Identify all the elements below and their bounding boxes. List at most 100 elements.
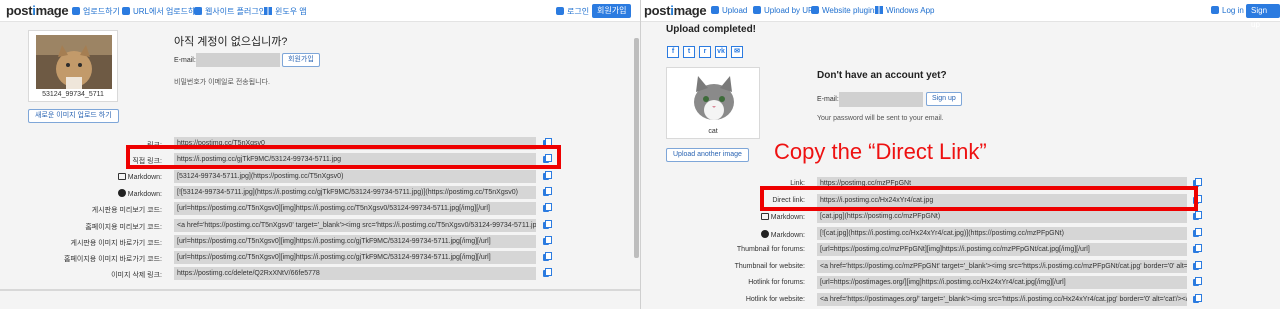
nav-plugins[interactable]: Website plugins [811, 6, 878, 15]
link-icon [122, 7, 130, 15]
link-row: Hotlink for forums: [url=https://postimag… [641, 276, 1280, 289]
right-screenshot: postimage Upload Upload by URL Website p… [641, 0, 1280, 309]
link-row-label: Markdown: [117, 172, 162, 181]
login-icon [1211, 6, 1219, 14]
copy-icon[interactable] [1193, 260, 1202, 270]
markdown-icon [117, 172, 126, 180]
uploaded-image-thumbnail[interactable] [36, 35, 112, 89]
nav-windows-app[interactable]: Windows App [875, 6, 934, 15]
nav-signup-button[interactable]: 회원가입 [592, 4, 632, 18]
nav-upload-url[interactable]: Upload by URL [753, 6, 818, 15]
nav-login[interactable]: Log in [1211, 6, 1244, 15]
link-field[interactable]: [url=https://postimg.cc/T5nXgsv0][img]ht… [174, 234, 536, 248]
direct-link-highlight [126, 145, 561, 169]
link-field[interactable]: <a href='https://postimg.cc/mzPFpGNt' ta… [817, 259, 1187, 273]
link-row: 홈페이지용 미리보기 코드: <a href='https://postimg.c… [0, 218, 640, 232]
link-row: Markdown: [![cat.jpg](https://i.postimg.c… [641, 226, 1280, 240]
email-share-icon[interactable]: ✉ [731, 46, 743, 58]
postimage-logo[interactable]: postimage [6, 3, 69, 18]
link-field[interactable]: [cat.jpg](https://postimg.cc/mzPFpGNt) [817, 210, 1187, 223]
copy-icon[interactable] [1193, 211, 1202, 220]
upload-completed-heading: Upload completed! [666, 24, 757, 35]
windows-icon [875, 6, 883, 14]
link-row: 게시판용 이미지 바로가기 코드: [url=https://postimg.cc… [0, 234, 640, 248]
link-row: Hotlink for website: <a href='https://pos… [641, 292, 1280, 306]
link-field[interactable]: [53124-99734-5711.jpg](https://postimg.c… [174, 169, 536, 183]
link-row-label: Hotlink for website: [745, 295, 805, 303]
copy-icon[interactable] [1193, 227, 1202, 237]
windows-icon [264, 7, 272, 15]
copy-icon[interactable] [543, 252, 552, 262]
github-icon [117, 188, 126, 197]
copy-icon[interactable] [543, 268, 552, 278]
nav-upload[interactable]: 업로드하기 [72, 6, 120, 17]
link-field[interactable]: [![53124-99734-5711.jpg](https://i.posti… [174, 185, 536, 199]
nav-windows-app[interactable]: 윈도우 앱 [264, 6, 307, 17]
copy-icon[interactable] [1193, 244, 1202, 253]
link-row: 게시판용 미리보기 코드: [url=https://postimg.cc/T5n… [0, 202, 640, 216]
email-label: E-mail: [174, 57, 196, 64]
signup-button[interactable]: 회원가입 [282, 53, 320, 67]
link-field[interactable]: <a href='https://postimg.cc/T5nXgsv0' ta… [174, 218, 536, 232]
upload-another-button[interactable]: Upload another image [666, 148, 749, 162]
link-field[interactable]: [url=https://postimg.cc/mzPFpGNt][img]ht… [817, 243, 1187, 256]
upload-icon [711, 6, 719, 14]
uploaded-image-thumbnail[interactable] [677, 72, 751, 124]
vk-share-icon[interactable]: vk [715, 46, 727, 58]
copy-direct-link-callout: Copy the “Direct Link” [774, 139, 987, 164]
nav-upload[interactable]: Upload [711, 6, 747, 15]
uploaded-image-card: 53124_99734_5711 [28, 30, 118, 102]
link-field[interactable]: [url=https://postimages.org/][img]https:… [817, 276, 1187, 289]
copy-icon[interactable] [543, 203, 552, 213]
link-row-label: 게시판용 이미지 바로가기 코드: [70, 239, 163, 247]
copy-icon[interactable] [543, 235, 552, 245]
nav-login[interactable]: 로그인 [556, 6, 589, 17]
nav-upload-url[interactable]: URL에서 업로드하기 [122, 6, 203, 17]
copy-icon[interactable] [1193, 293, 1202, 303]
direct-link-highlight [760, 186, 1198, 211]
link-row-label: Markdown: [760, 213, 805, 221]
nav-plugins[interactable]: 웹사이트 플러그인 [194, 6, 266, 17]
link-row-label: Thumbnail for forums: [736, 246, 805, 253]
scrollbar[interactable] [634, 38, 639, 258]
link-field[interactable]: [![cat.jpg](https://i.postimg.cc/Hx24xYr… [817, 226, 1187, 240]
copy-icon[interactable] [1193, 277, 1202, 286]
plugin-icon [194, 7, 202, 15]
twitter-share-icon[interactable]: t [683, 46, 695, 58]
link-row: Markdown: [![53124-99734-5711.jpg](https:… [0, 185, 640, 199]
login-icon [556, 7, 564, 15]
link-row-label: Markdown: [117, 188, 162, 198]
link-row-label: 게시판용 미리보기 코드: [91, 207, 162, 215]
image-caption: 53124_99734_5711 [42, 91, 104, 98]
left-screenshot: postimage 업로드하기 URL에서 업로드하기 웹사이트 플러그인 윈도… [0, 0, 640, 309]
link-field[interactable]: https://postimg.cc/delete/Q2RxXNtV/66fe5… [174, 267, 536, 281]
link-row-label: 홈페이지용 이미지 바로가기 코드: [64, 256, 162, 264]
upload-another-button[interactable]: 새로운 이미지 업로드 하기 [28, 109, 119, 123]
copy-icon[interactable] [543, 186, 552, 196]
link-row: Markdown: [53124-99734-5711.jpg](https://… [0, 169, 640, 183]
no-account-heading: 아직 계정이 없으십니까? [174, 36, 288, 48]
link-icon [753, 6, 761, 14]
postimage-logo[interactable]: postimage [644, 3, 707, 18]
password-note: Your password will be sent to your email… [817, 115, 944, 122]
plugin-icon [811, 6, 819, 14]
link-field[interactable]: <a href='https://postimages.org/' target… [817, 292, 1187, 306]
copy-icon[interactable] [543, 219, 552, 229]
top-navbar: postimage 업로드하기 URL에서 업로드하기 웹사이트 플러그인 윈도… [0, 0, 640, 22]
facebook-share-icon[interactable]: f [667, 46, 679, 58]
link-row: 홈페이지용 이미지 바로가기 코드: [url=https://postimg.c… [0, 251, 640, 265]
signup-button[interactable]: Sign up [926, 92, 962, 106]
link-field[interactable]: [url=https://postimg.cc/T5nXgsv0][img]ht… [174, 202, 536, 216]
email-input[interactable] [196, 53, 280, 67]
copy-icon[interactable] [543, 170, 552, 180]
reddit-share-icon[interactable]: r [699, 46, 711, 58]
link-row-label: Thumbnail for website: [734, 262, 805, 270]
link-field[interactable]: [url=https://postimg.cc/T5nXgsv0][img]ht… [174, 251, 536, 265]
email-input[interactable] [839, 92, 923, 107]
uploaded-image-card: cat [666, 67, 760, 139]
github-icon [760, 229, 769, 238]
nav-signup-button[interactable]: Sign up [1246, 4, 1280, 29]
link-row: Markdown: [cat.jpg](https://postimg.cc/mz… [641, 210, 1280, 223]
link-row-label: 이미지 삭제 링크: [111, 272, 162, 280]
link-row-label: Hotlink for forums: [748, 279, 805, 286]
